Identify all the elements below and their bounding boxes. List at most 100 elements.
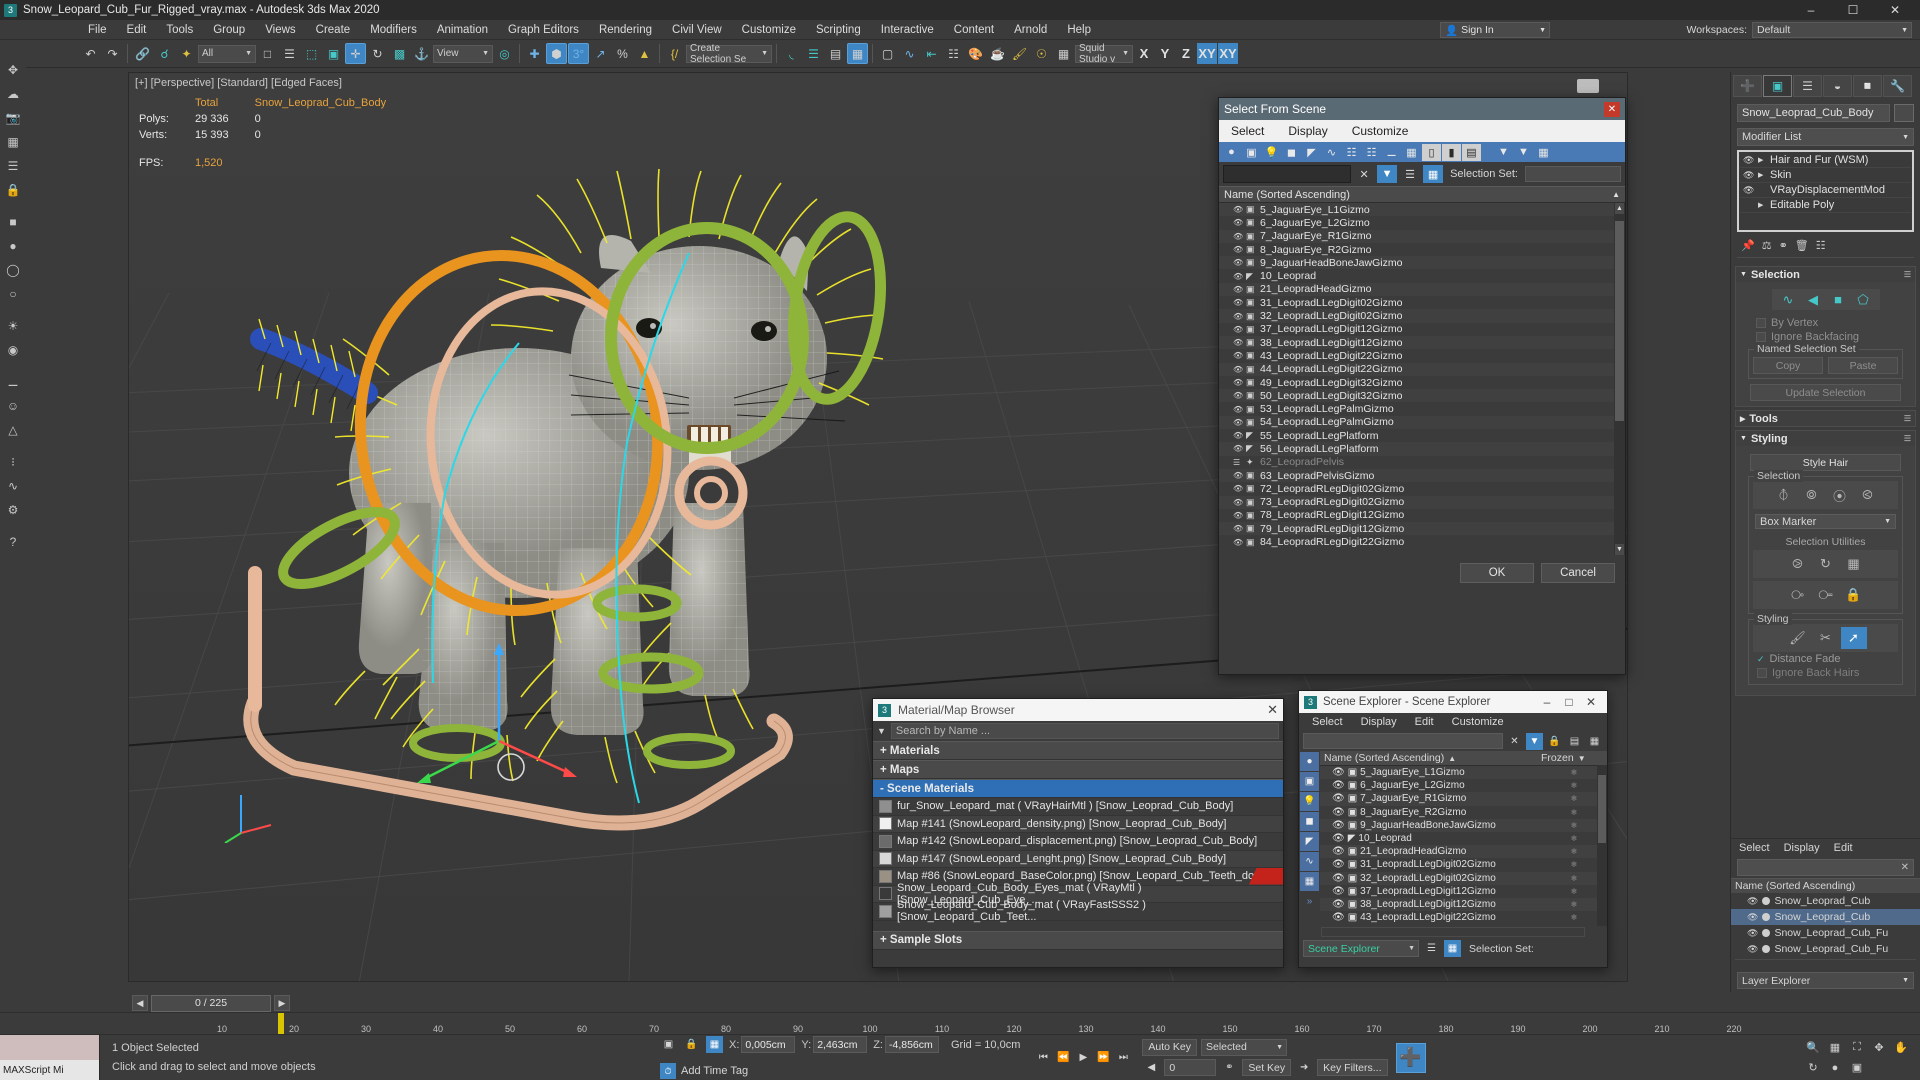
bind-space-warp-icon[interactable]: ✦ — [176, 43, 197, 64]
display-children-icon[interactable]: ▯ — [1422, 143, 1441, 161]
eye-icon[interactable]: 👁 — [1747, 944, 1758, 955]
named-selection-dropdown[interactable]: Create Selection Se ▼ — [686, 43, 772, 65]
schematic-view-icon[interactable]: ⇤ — [921, 43, 942, 64]
align-icon[interactable]: ☰ — [803, 43, 824, 64]
object-name-field[interactable]: Snow_Leoprad_Cub_Body — [1737, 104, 1890, 122]
sort-filter-icon[interactable]: ▼ — [1494, 144, 1513, 161]
mirror-icon[interactable]: ◟ — [781, 43, 802, 64]
menu-views[interactable]: Views — [255, 20, 305, 40]
eye-icon[interactable]: 👁 — [1747, 896, 1758, 907]
eye-icon[interactable]: 👁 — [1233, 272, 1243, 281]
eye-icon[interactable]: 👁 — [1233, 351, 1243, 360]
eye-icon[interactable]: 👁 — [1332, 793, 1345, 804]
compact-material-editor-icon[interactable]: ▢ — [877, 43, 898, 64]
maxscript-mini-listener[interactable]: MAXScript Mi — [0, 1035, 100, 1080]
eye-icon[interactable]: 👁 — [1332, 846, 1345, 857]
eye-icon[interactable]: 👁 — [1332, 873, 1345, 884]
make-unique-icon[interactable]: ⚭ — [1779, 239, 1788, 252]
eye-icon[interactable]: 👁 — [1233, 258, 1243, 267]
rotate-selection-icon[interactable]: ↻ — [1813, 553, 1839, 575]
ignore-back-hairs-checkbox[interactable] — [1757, 668, 1767, 678]
unlink-icon[interactable]: ☌ — [154, 43, 175, 64]
filter-bones-icon[interactable]: ⚊ — [1382, 144, 1401, 161]
zoom-extents-icon[interactable]: ⛶ — [1846, 1038, 1868, 1058]
angle-snap-icon[interactable]: 3° — [568, 43, 589, 64]
dialog-menu-select[interactable]: Select — [1219, 120, 1276, 142]
torus-primitive-icon[interactable]: ○ — [2, 284, 24, 304]
filter-cameras-icon[interactable]: ◼ — [1300, 812, 1319, 831]
redo-icon[interactable]: ↷ — [102, 43, 123, 64]
minimize-button[interactable]: – — [1790, 0, 1832, 20]
filter-lights-icon[interactable]: 💡 — [1300, 792, 1319, 811]
explorer-menu-select[interactable]: Select — [1739, 842, 1770, 854]
material-row[interactable]: Snow_Leopard_Cub_Body_mat ( VRayFastSSS2… — [873, 899, 1283, 923]
menu-arnold[interactable]: Arnold — [1004, 20, 1057, 40]
eye-icon[interactable]: 👁 — [1233, 205, 1243, 214]
selection-filter-dropdown[interactable]: All ▼ — [198, 44, 256, 63]
move-tool-icon[interactable]: ✥ — [2, 60, 24, 80]
menu-customize[interactable]: Customize — [732, 20, 806, 40]
expand-selection-icon[interactable]: ▦ — [1841, 553, 1867, 575]
menu-tools[interactable]: Tools — [156, 20, 203, 40]
select-and-move-icon[interactable]: ✛ — [345, 43, 366, 64]
list-item[interactable]: 👁 ▣ 5_JaguarEye_L1Gizmo — [1219, 203, 1625, 217]
material-search-input[interactable]: Search by Name ... — [890, 723, 1279, 739]
display-dependents-icon[interactable]: ▤ — [1462, 143, 1481, 161]
se-list-item[interactable]: 👁 ◤ 10_Leoprad ❄ — [1320, 832, 1607, 845]
edit-named-sets-icon[interactable]: ▲ — [634, 43, 655, 64]
select-hair-by-ends-icon[interactable]: ⦽ — [1771, 484, 1797, 506]
filter-geometry-icon[interactable]: ● — [1222, 144, 1241, 161]
close-icon[interactable]: ✕ — [1267, 702, 1278, 718]
list-item[interactable]: 👁 ▣ 44_LeopradLLegDigit22Gizmo — [1219, 362, 1625, 376]
eye-icon[interactable]: 👁 — [1332, 859, 1345, 870]
menu-interactive[interactable]: Interactive — [871, 20, 944, 40]
maximize-button[interactable]: □ — [1558, 695, 1580, 709]
display-tab[interactable]: ◽ — [1853, 75, 1882, 97]
dialog-search-input[interactable] — [1223, 165, 1352, 183]
y-value[interactable]: 2,463cm — [813, 1036, 868, 1053]
constrain-y-button[interactable]: Y — [1155, 43, 1175, 64]
vertex-level-icon[interactable]: ◀ — [1802, 291, 1824, 308]
menu-file[interactable]: File — [78, 20, 117, 40]
invert-selection-icon[interactable]: ⧁ — [1785, 553, 1811, 575]
sign-in-button[interactable]: 👤 Sign In ▼ — [1440, 22, 1550, 38]
eye-icon[interactable]: 👁 — [1233, 471, 1243, 480]
field-of-view-icon[interactable]: ✥ — [1868, 1038, 1890, 1058]
list-item[interactable]: 👁 ▣ 84_LeopradRLegDigit22Gizmo — [1219, 535, 1625, 548]
maps-group-header[interactable]: + Maps — [873, 760, 1283, 779]
dialog-menu-customize[interactable]: Customize — [1340, 120, 1421, 142]
selection-rollout-header[interactable]: ▼ Selection ☰ — [1736, 267, 1915, 282]
menu-graph-editors[interactable]: Graph Editors — [498, 20, 589, 40]
x-value[interactable]: 0,005cm — [741, 1036, 796, 1053]
auto-key-button[interactable]: Auto Key — [1142, 1038, 1197, 1056]
eye-icon[interactable]: 👁 — [1233, 538, 1243, 547]
se-menu-display[interactable]: Display — [1352, 716, 1406, 728]
hair-select-icon[interactable]: ➚ — [1840, 627, 1867, 649]
key-filter-dropdown[interactable]: Selected ▼ — [1201, 1038, 1287, 1056]
filter-helpers-icon[interactable]: ◤ — [1300, 832, 1319, 851]
play-animation-icon[interactable]: ▶ — [1074, 1049, 1092, 1067]
camera-icon[interactable]: 📷 — [2, 108, 24, 128]
cylinder-primitive-icon[interactable]: ◯ — [2, 260, 24, 280]
list-item[interactable]: 👁 ▣ 73_LeopradRLegDigit02Gizmo — [1219, 495, 1625, 509]
biped-icon[interactable]: ☺ — [2, 396, 24, 416]
key-mode-toggle-icon[interactable]: ⚭ — [1220, 1059, 1238, 1077]
material-map-browser[interactable]: 3 Material/Map Browser ✕ ▼ Search by Nam… — [872, 698, 1284, 968]
eye-icon[interactable]: 👁 — [1233, 378, 1243, 387]
sphere-primitive-icon[interactable]: ● — [2, 236, 24, 256]
material-row[interactable]: Map #142 (SnowLeopard_displacement.png) … — [873, 833, 1283, 851]
scene-explorer-icon[interactable]: ▦ — [847, 43, 868, 64]
close-button[interactable]: ✕ — [1580, 695, 1602, 709]
render-production-icon[interactable]: ☕ — [987, 43, 1008, 64]
se-hscrollbar[interactable] — [1321, 927, 1585, 937]
menu-create[interactable]: Create — [306, 20, 361, 40]
cloud-icon[interactable]: ☁ — [2, 84, 24, 104]
se-list-item[interactable]: 👁 ▣ 21_LeopradHeadGizmo ❄ — [1320, 845, 1607, 859]
filter-spacewarps-icon[interactable]: ∿ — [1300, 852, 1319, 871]
selection-set-icon[interactable]: ▦ — [1423, 165, 1444, 183]
z-value[interactable]: -4,856cm — [884, 1036, 939, 1053]
material-row[interactable]: Map #141 (SnowLeopard_density.png) [Snow… — [873, 815, 1283, 833]
scene-explorer-window[interactable]: 3 Scene Explorer - Scene Explorer – □ ✕ … — [1298, 690, 1608, 968]
render-iterative-icon[interactable]: 🖌 — [1009, 43, 1030, 64]
constrain-xy-button[interactable]: XY — [1197, 43, 1217, 64]
